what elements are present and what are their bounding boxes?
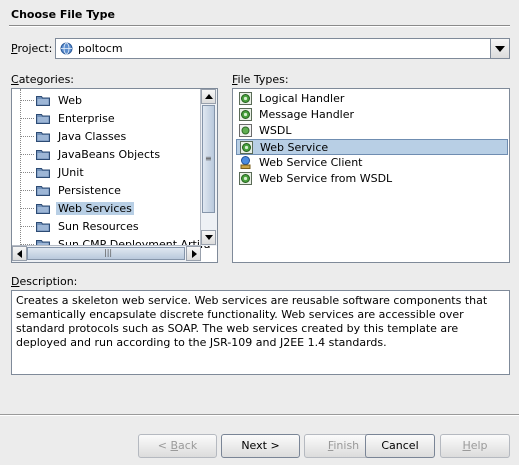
category-item[interactable]: Persistence <box>12 182 202 200</box>
file-type-label: Logical Handler <box>259 92 345 105</box>
handler-icon <box>239 92 252 105</box>
project-value: poltocm <box>78 42 123 55</box>
web-service-client-icon <box>240 156 251 169</box>
next-button-label: Next > <box>241 439 280 452</box>
category-label: Persistence <box>58 184 121 197</box>
file-types-list[interactable]: Logical Handler Message Handler WSDL Web Se… <box>232 88 510 263</box>
folder-icon <box>36 132 50 142</box>
wsdl-icon <box>239 124 252 137</box>
file-type-label: Web Service <box>260 141 329 154</box>
help-button-label: Help <box>462 439 488 452</box>
scroll-up-button[interactable] <box>201 89 216 104</box>
file-type-item[interactable]: Message Handler <box>236 107 508 123</box>
category-label: JavaBeans Objects <box>58 148 161 161</box>
file-type-label: Web Service Client <box>259 156 363 169</box>
category-label: JUnit <box>58 166 84 179</box>
categories-horizontal-scrollbar[interactable]: ||| <box>12 245 201 262</box>
category-label: Sun Resources <box>58 220 139 233</box>
file-type-label: Message Handler <box>259 108 355 121</box>
file-type-label: Web Service from WSDL <box>259 172 393 185</box>
web-service-icon <box>239 172 252 185</box>
folder-icon <box>36 114 50 124</box>
bottom-divider <box>0 414 519 416</box>
folder-icon <box>36 186 50 196</box>
tree-connector <box>20 226 34 227</box>
category-item[interactable]: Web Services <box>12 200 202 218</box>
tree-connector <box>20 154 34 155</box>
web-service-icon <box>240 141 253 154</box>
back-button-label: < Back <box>157 439 198 452</box>
file-type-item[interactable]: Web Service from WSDL <box>236 171 508 187</box>
tree-connector <box>20 100 34 101</box>
file-type-item[interactable]: WSDL <box>236 123 508 139</box>
horizontal-scroll-thumb[interactable]: ||| <box>27 247 185 260</box>
tree-connector <box>20 208 34 209</box>
file-type-item[interactable]: Web Service Client <box>236 155 508 171</box>
file-types-label: File Types: <box>232 73 289 86</box>
file-type-label: WSDL <box>259 124 292 137</box>
back-button[interactable]: < Back <box>138 434 217 458</box>
scroll-down-button[interactable] <box>201 230 216 245</box>
category-label: Enterprise <box>58 112 115 125</box>
file-type-item[interactable]: Logical Handler <box>236 91 508 107</box>
folder-icon <box>36 204 50 214</box>
categories-vertical-scrollbar[interactable]: ≡ <box>200 89 217 246</box>
category-item[interactable]: JUnit <box>12 164 202 182</box>
section-title: Choose File Type <box>11 8 115 21</box>
handler-icon <box>239 108 252 121</box>
next-button[interactable]: Next > <box>221 434 300 458</box>
tree-connector <box>20 172 34 173</box>
categories-label: Categories: <box>11 73 75 86</box>
title-divider <box>9 25 510 27</box>
category-item[interactable]: Sun Resources <box>12 218 202 236</box>
finish-button-label: Finish <box>327 439 360 452</box>
tree-connector <box>20 118 34 119</box>
category-label: Java Classes <box>58 130 127 143</box>
category-item[interactable]: Java Classes <box>12 128 202 146</box>
category-label: Web <box>58 94 82 107</box>
scroll-left-button[interactable] <box>12 246 27 261</box>
categories-tree[interactable]: Web Enterprise Java Classes JavaBeans Objec… <box>11 88 218 263</box>
category-label: Web Services <box>56 202 134 215</box>
folder-icon <box>36 96 50 106</box>
tree-connector <box>20 190 34 191</box>
project-combo[interactable]: poltocm <box>55 38 510 59</box>
vertical-scroll-thumb[interactable]: ≡ <box>202 105 215 213</box>
category-item[interactable]: Web <box>12 92 202 110</box>
file-type-item[interactable]: Web Service <box>236 139 508 155</box>
help-button[interactable]: Help <box>440 434 510 458</box>
project-label: Project: <box>11 42 53 55</box>
category-item[interactable]: JavaBeans Objects <box>12 146 202 164</box>
folder-icon <box>36 168 50 178</box>
scroll-right-button[interactable] <box>186 246 201 261</box>
description-text: Creates a skeleton web service. Web serv… <box>11 290 510 375</box>
project-dropdown-button[interactable] <box>490 39 509 58</box>
tree-connector <box>20 136 34 137</box>
project-globe-icon <box>60 42 73 55</box>
folder-icon <box>36 150 50 160</box>
category-item[interactable]: Enterprise <box>12 110 202 128</box>
folder-icon <box>36 222 50 232</box>
description-label: Description: <box>11 275 78 288</box>
cancel-button[interactable]: Cancel <box>365 434 435 458</box>
